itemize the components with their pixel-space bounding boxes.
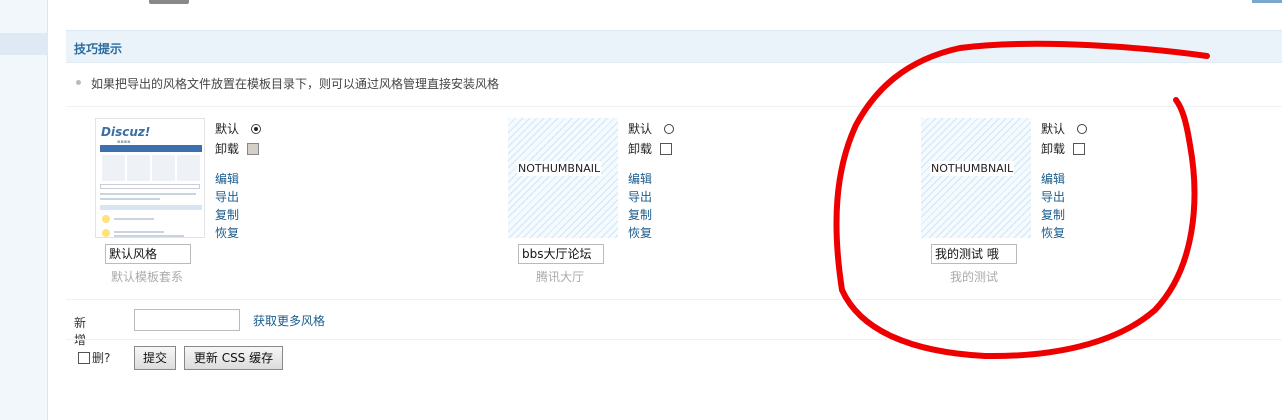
thumb-grid <box>100 155 202 181</box>
style-thumbnail[interactable]: Discuz! ▪▪▪▪ <box>95 118 205 238</box>
restore-link[interactable]: 恢复 <box>1041 224 1101 242</box>
style-name-input[interactable]: 默认风格 <box>105 244 191 264</box>
copy-link[interactable]: 复制 <box>215 206 275 224</box>
style-subtitle: 腾讯大厅 <box>536 270 585 284</box>
divider <box>66 299 1282 300</box>
submit-button[interactable]: 提交 <box>134 346 176 370</box>
uninstall-checkbox[interactable] <box>1073 143 1085 155</box>
default-radio[interactable] <box>664 124 674 134</box>
no-thumbnail-label: NOTHUMBNAIL <box>930 161 1015 176</box>
header-right-link[interactable] <box>1252 0 1282 3</box>
style-name-input[interactable]: bbs大厅论坛 <box>518 244 604 264</box>
default-label: 默认 <box>1041 122 1066 136</box>
tips-title: 技巧提示 <box>74 42 123 56</box>
divider <box>66 339 1282 340</box>
thumb-line <box>114 218 154 220</box>
left-sidebar <box>0 0 48 420</box>
export-link[interactable]: 导出 <box>1041 188 1101 206</box>
default-row: 默认 <box>1041 120 1101 140</box>
thumb-line <box>114 235 184 237</box>
tip-item: 如果把导出的风格文件放置在模板目录下，则可以通过风格管理直接安装风格 <box>76 75 499 92</box>
top-header-strip <box>49 0 1282 14</box>
divider <box>66 106 1282 107</box>
get-more-styles-link[interactable]: 获取更多风格 <box>253 312 325 329</box>
add-label: 新增 <box>74 316 87 347</box>
style-thumbnail[interactable]: NOTHUMBNAIL <box>921 118 1031 238</box>
default-radio[interactable] <box>1077 124 1087 134</box>
style-subtitle: 我的测试 <box>950 270 999 284</box>
style-controls: 默认 卸载 编辑 导出 复制 恢复 <box>628 120 688 242</box>
delete-checkbox[interactable] <box>78 352 90 364</box>
header-tag <box>149 0 189 4</box>
thumb-line <box>100 198 160 200</box>
thumb-avatar <box>102 215 110 223</box>
default-label: 默认 <box>215 122 240 136</box>
edit-link[interactable]: 编辑 <box>628 170 688 188</box>
delete-label: 删? <box>92 351 111 365</box>
uninstall-row: 卸载 <box>628 140 688 160</box>
edit-link[interactable]: 编辑 <box>215 170 275 188</box>
thumb-line <box>100 193 196 195</box>
default-label: 默认 <box>628 122 653 136</box>
uninstall-row: 卸载 <box>1041 140 1101 160</box>
uninstall-checkbox[interactable] <box>660 143 672 155</box>
style-name-input[interactable]: 我的测试 哦 <box>931 244 1017 264</box>
tips-header: 技巧提示 <box>66 30 1282 63</box>
uninstall-label: 卸载 <box>628 142 653 156</box>
export-link[interactable]: 导出 <box>628 188 688 206</box>
no-thumbnail-label: NOTHUMBNAIL <box>517 161 602 176</box>
thumb-section <box>100 205 202 210</box>
discuz-logo-icon: Discuz! ▪▪▪▪ <box>101 125 151 145</box>
default-row: 默认 <box>215 120 275 140</box>
default-radio[interactable] <box>251 124 261 134</box>
uninstall-row: 卸载 <box>215 140 275 160</box>
uninstall-label: 卸载 <box>215 142 240 156</box>
thumb-search <box>100 184 200 189</box>
uninstall-checkbox <box>247 143 259 155</box>
edit-link[interactable]: 编辑 <box>1041 170 1101 188</box>
copy-link[interactable]: 复制 <box>1041 206 1101 224</box>
uninstall-label: 卸载 <box>1041 142 1066 156</box>
bullet-icon <box>76 80 81 85</box>
copy-link[interactable]: 复制 <box>628 206 688 224</box>
default-row: 默认 <box>628 120 688 140</box>
restore-link[interactable]: 恢复 <box>628 224 688 242</box>
add-style-input[interactable] <box>134 309 240 331</box>
restore-link[interactable]: 恢复 <box>215 224 275 242</box>
style-controls: 默认 卸载 编辑 导出 复制 恢复 <box>215 120 275 242</box>
thumb-avatar <box>102 229 110 237</box>
export-link[interactable]: 导出 <box>215 188 275 206</box>
update-css-cache-button[interactable]: 更新 CSS 缓存 <box>184 346 283 370</box>
style-controls: 默认 卸载 编辑 导出 复制 恢复 <box>1041 120 1101 242</box>
thumb-line <box>114 231 164 233</box>
tip-text: 如果把导出的风格文件放置在模板目录下，则可以通过风格管理直接安装风格 <box>91 77 500 91</box>
sidebar-active-item[interactable] <box>0 33 48 55</box>
thumb-nav <box>100 145 202 152</box>
style-thumbnail[interactable]: NOTHUMBNAIL <box>508 118 618 238</box>
style-subtitle: 默认模板套系 <box>111 270 184 284</box>
